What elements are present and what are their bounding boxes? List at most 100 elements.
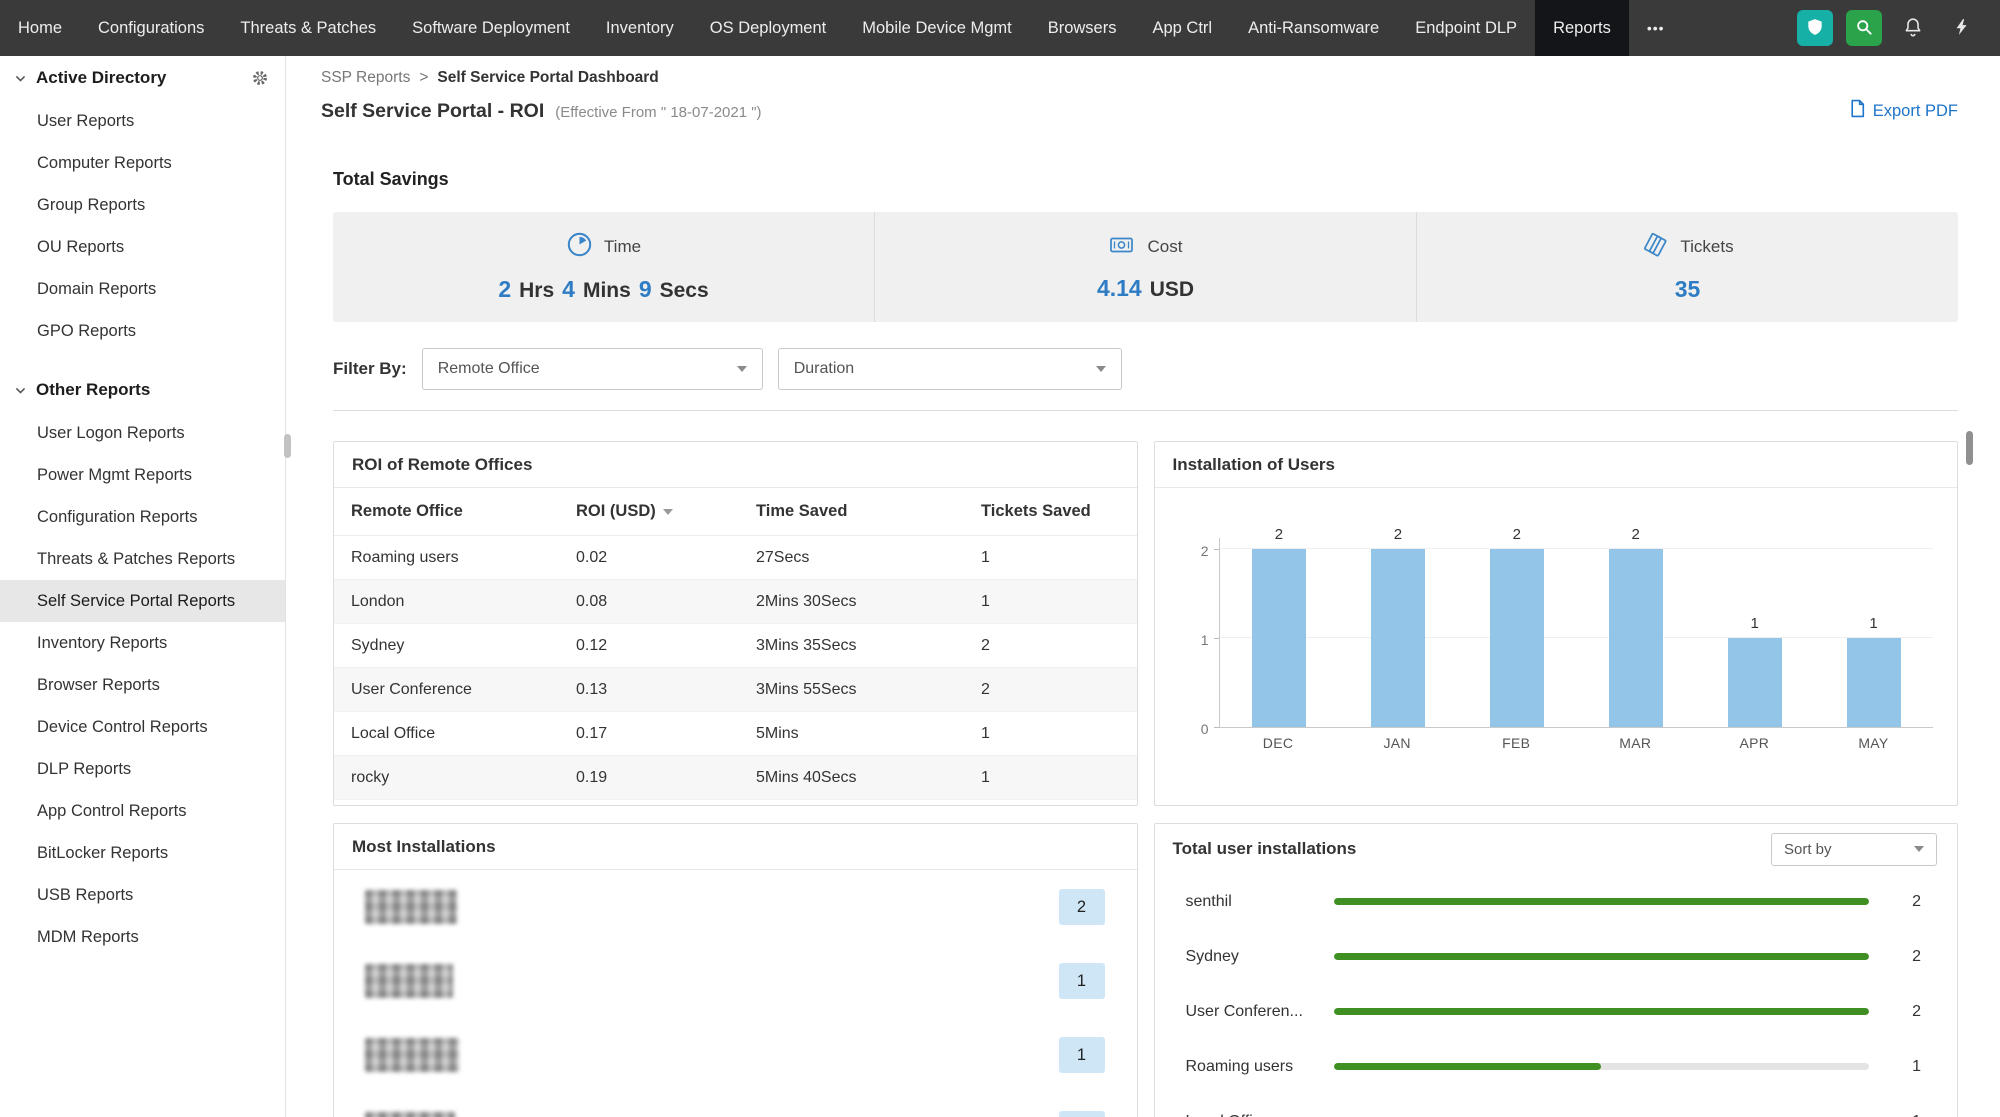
- lightning-icon: [1952, 17, 1972, 40]
- installation-chart-title: Installation of Users: [1154, 442, 1957, 488]
- filter-by-label: Filter By:: [333, 359, 407, 378]
- install-count-badge: 1: [1058, 1111, 1105, 1117]
- nav-actions: [1797, 0, 1980, 56]
- sidebar-item-bitlocker-reports[interactable]: BitLocker Reports: [0, 832, 285, 874]
- export-pdf-button[interactable]: Export PDF: [1849, 99, 1958, 123]
- sidebar-item-dlp-reports[interactable]: DLP Reports: [0, 748, 285, 790]
- main-content: SSP Reports > Self Service Portal Dashbo…: [287, 56, 2000, 1117]
- sidebar-item-ou-reports[interactable]: OU Reports: [0, 226, 285, 268]
- sidebar-section-other-reports: Other Reports User Logon Reports Power M…: [0, 368, 285, 958]
- nav-item-browsers[interactable]: Browsers: [1030, 0, 1135, 56]
- installation-bar-chart: 2 1 0 2 2 2 2 1 1 DEC JAN FEB MAR APR MA…: [1201, 502, 1933, 757]
- sidebar-item-configuration-reports[interactable]: Configuration Reports: [0, 496, 285, 538]
- table-row: Local Office 0.17 5Mins 1: [334, 712, 1137, 756]
- sidebar-item-self-service-portal-reports[interactable]: Self Service Portal Reports: [0, 580, 285, 622]
- sidebar-item-inventory-reports[interactable]: Inventory Reports: [0, 622, 285, 664]
- hbar-fill: [1333, 1063, 1602, 1070]
- sidebar-item-computer-reports[interactable]: Computer Reports: [0, 142, 285, 184]
- hbar-track: [1333, 1008, 1869, 1015]
- user-install-row: Roaming users 1: [1185, 1057, 1922, 1075]
- chart-bar-jan: [1370, 549, 1425, 727]
- nav-item-inventory[interactable]: Inventory: [588, 0, 692, 56]
- breadcrumb-parent[interactable]: SSP Reports: [321, 69, 410, 87]
- table-row: rocky 0.19 5Mins 40Secs 1: [334, 756, 1137, 800]
- nav-item-mobile-device-mgmt[interactable]: Mobile Device Mgmt: [844, 0, 1029, 56]
- roi-table-body: Roaming users 0.02 27Secs 1 London 0.08 2Mins…: [334, 536, 1137, 800]
- search-button[interactable]: [1846, 10, 1882, 46]
- sidebar-item-user-logon-reports[interactable]: User Logon Reports: [0, 412, 285, 454]
- sidebar-item-device-control-reports[interactable]: Device Control Reports: [0, 706, 285, 748]
- sidebar-item-gpo-reports[interactable]: GPO Reports: [0, 310, 285, 352]
- table-row: Roaming users 0.02 27Secs 1: [334, 536, 1137, 580]
- nav-item-reports[interactable]: Reports: [1535, 0, 1629, 56]
- list-item: 2: [334, 870, 1137, 944]
- table-row: User Conference 0.13 3Mins 55Secs 2: [334, 668, 1137, 712]
- user-install-row: Local Office 1: [1155, 1094, 1958, 1117]
- table-row: Sydney 0.12 3Mins 35Secs 2: [334, 624, 1137, 668]
- sidebar-item-browser-reports[interactable]: Browser Reports: [0, 664, 285, 706]
- nav-item-threats-patches[interactable]: Threats & Patches: [222, 0, 394, 56]
- roi-of-remote-offices-panel: ROI of Remote Offices Remote Office ROI …: [333, 441, 1138, 806]
- sidebar-item-group-reports[interactable]: Group Reports: [0, 184, 285, 226]
- chevron-down-icon: [14, 72, 27, 85]
- sidebar-item-threats-patches-reports[interactable]: Threats & Patches Reports: [0, 538, 285, 580]
- nav-item-software-deployment[interactable]: Software Deployment: [394, 0, 588, 56]
- sidebar-section-title: Active Directory: [36, 68, 167, 87]
- sort-by-value: Sort by: [1784, 840, 1832, 858]
- clock-icon: [566, 231, 593, 263]
- sidebar-header-other-reports[interactable]: Other Reports: [0, 368, 285, 412]
- col-remote-office: Remote Office: [351, 502, 463, 520]
- total-user-installations-title: Total user installations: [1172, 839, 1357, 858]
- filter-row: Filter By: Remote Office Duration: [333, 348, 1958, 390]
- install-count-badge: 1: [1058, 963, 1105, 999]
- chevron-down-icon: [1095, 366, 1106, 372]
- sidebar-item-usb-reports[interactable]: USB Reports: [0, 874, 285, 916]
- stat-time-label: Time: [603, 237, 642, 256]
- total-savings-heading: Total Savings: [333, 169, 449, 189]
- remote-office-dropdown-value: Remote Office: [437, 360, 540, 377]
- sort-by-dropdown[interactable]: Sort by: [1771, 832, 1937, 866]
- chart-bar-mar: [1608, 549, 1663, 727]
- sidebar-resize-handle[interactable]: [284, 434, 291, 458]
- gear-icon[interactable]: [251, 69, 269, 87]
- sidebar: Active Directory User Reports Computer R…: [0, 56, 286, 1117]
- total-savings-panel: Time 2 Hrs 4 Mins 9 Secs Cost 4.14 USD T…: [333, 212, 1958, 322]
- hbar-fill: [1333, 1008, 1869, 1015]
- installation-of-users-panel: Installation of Users 2 1 0 2 2 2 2 1 1 …: [1153, 441, 1958, 806]
- remote-office-dropdown[interactable]: Remote Office: [421, 348, 763, 390]
- nav-item-configurations[interactable]: Configurations: [80, 0, 222, 56]
- x-axis-labels: DEC JAN FEB MAR APR MAY: [1262, 734, 1889, 751]
- col-roi-usd-sortable[interactable]: ROI (USD): [576, 502, 756, 521]
- col-time-saved: Time Saved: [756, 502, 848, 520]
- sidebar-item-power-mgmt-reports[interactable]: Power Mgmt Reports: [0, 454, 285, 496]
- nav-item-anti-ransomware[interactable]: Anti-Ransomware: [1230, 0, 1397, 56]
- roi-table-header: Remote Office ROI (USD) Time Saved Ticke…: [334, 488, 1137, 536]
- security-shield-button[interactable]: [1797, 10, 1833, 46]
- nav-item-os-deployment[interactable]: OS Deployment: [692, 0, 844, 56]
- nav-item-home[interactable]: Home: [0, 0, 80, 56]
- sidebar-header-active-directory[interactable]: Active Directory: [0, 56, 285, 100]
- hbar-track: [1333, 1063, 1869, 1070]
- nav-item-endpoint-dlp[interactable]: Endpoint DLP: [1397, 0, 1535, 56]
- sidebar-item-user-reports[interactable]: User Reports: [0, 100, 285, 142]
- sidebar-item-mdm-reports[interactable]: MDM Reports: [0, 916, 285, 958]
- notifications-button[interactable]: [1895, 10, 1931, 46]
- hbar-fill: [1333, 898, 1869, 905]
- sort-desc-icon: [662, 508, 673, 515]
- nav-item-app-ctrl[interactable]: App Ctrl: [1134, 0, 1230, 56]
- chevron-down-icon: [736, 366, 747, 372]
- stat-tickets-value: 35: [1674, 275, 1701, 302]
- nav-item-more[interactable]: •••: [1629, 0, 1683, 56]
- sidebar-section-title: Other Reports: [36, 380, 151, 399]
- duration-dropdown[interactable]: Duration: [777, 348, 1122, 390]
- tickets-icon: [1641, 232, 1669, 263]
- user-install-row: senthil 2: [1185, 892, 1922, 910]
- quick-actions-button[interactable]: [1944, 10, 1980, 46]
- sidebar-item-domain-reports[interactable]: Domain Reports: [0, 268, 285, 310]
- stat-cost-value: 4.14 USD: [1096, 274, 1195, 301]
- redacted-software-name: [365, 890, 457, 924]
- nav-menu: Home Configurations Threats & Patches So…: [0, 0, 1683, 56]
- scrollbar-thumb[interactable]: [1966, 431, 1973, 465]
- sidebar-item-app-control-reports[interactable]: App Control Reports: [0, 790, 285, 832]
- page-title: Self Service Portal - ROI: [321, 99, 545, 122]
